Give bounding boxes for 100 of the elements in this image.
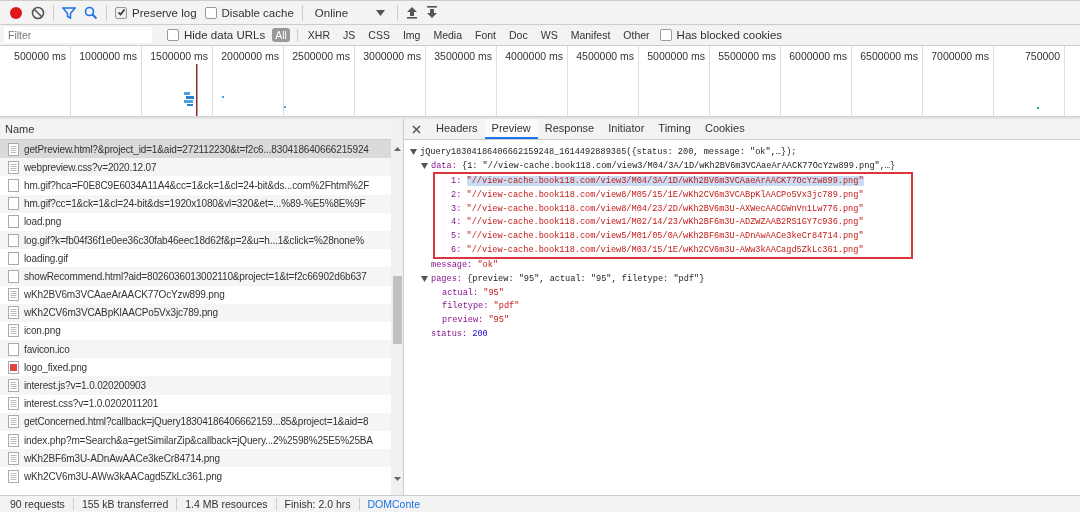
- status-text: 155 kB transferred: [81, 498, 169, 510]
- download-icon[interactable]: [426, 6, 439, 19]
- checkbox[interactable]: [115, 6, 127, 19]
- close-icon[interactable]: [412, 124, 421, 134]
- file-icon: [8, 469, 19, 483]
- tab[interactable]: Initiator: [601, 119, 652, 139]
- status-link[interactable]: DOMConte: [367, 498, 421, 510]
- timeline-tick-label: 3000000 ms: [355, 46, 426, 116]
- type-filter-button[interactable]: Other: [620, 28, 653, 42]
- tab[interactable]: Response: [537, 119, 602, 139]
- file-icon: [8, 269, 19, 283]
- type-filter-button[interactable]: JS: [340, 28, 359, 42]
- timeline-tick-label: 5500000 ms: [710, 46, 781, 116]
- scroll-down-icon[interactable]: [393, 477, 401, 481]
- property-value: "//view-cache.book118.com/view5/M01/05/0A/wKh2BF6m3U-ADnAwAACe3keCr84714.png": [466, 230, 864, 241]
- property-value: "//view-cache.book118.com/view8/M05/15/1E/wKh2CV6m3VCABpKlAACPo5Vx3jc789.png": [466, 189, 864, 200]
- property-key: 6:: [451, 244, 462, 255]
- scrollbar-thumb[interactable]: [392, 276, 402, 344]
- file-icon: [8, 178, 19, 192]
- type-filter-button[interactable]: WS: [537, 28, 561, 42]
- property-value: {preview: "95", actual: "95", filetype: "pdf"}: [467, 274, 705, 285]
- checkbox[interactable]: [659, 29, 672, 41]
- status-text: 1.4 MB resources: [185, 498, 268, 510]
- type-filter-button[interactable]: CSS: [365, 28, 393, 42]
- status-text: 90 requests: [10, 498, 65, 510]
- image-file-icon: [8, 360, 19, 374]
- request-name: getPreview.html?&project_id=1&aid=272112230&t=f2c6...830418640666215924: [24, 143, 369, 155]
- request-name: webpreview.css?v=2020.12.07: [24, 161, 157, 173]
- timeline-tick-label: 500000 ms: [0, 46, 71, 116]
- record-button[interactable]: [9, 5, 23, 20]
- request-row[interactable]: showRecommend.html?aid=8026036013002110&project=1&t=f2c66902d6b637: [0, 267, 391, 286]
- file-icon: [8, 197, 19, 211]
- property-key: data:: [431, 160, 457, 171]
- property-key: 4:: [451, 217, 462, 228]
- file-icon: [8, 342, 19, 356]
- request-name: hm.gif?cc=1&ck=1&cl=24-bit&ds=1920x1080&vl=320&et=...%89-%E5%8E%9F: [24, 198, 366, 210]
- property-value: "//view-cache.book118.com/view8/M03/15/1E/wKh2CV6m3U-AWw3kAACagd5ZkLc361.png": [466, 244, 864, 255]
- timeline-tick-label: 6000000 ms: [781, 46, 852, 116]
- type-filter-button[interactable]: Manifest: [567, 28, 614, 42]
- file-icon: [8, 324, 19, 338]
- type-filter-button[interactable]: Media: [430, 28, 465, 42]
- property-value: "pdf": [493, 301, 520, 312]
- type-filter-button[interactable]: Img: [399, 28, 424, 42]
- filter-field[interactable]: Filter: [4, 27, 152, 43]
- file-icon: [8, 306, 19, 320]
- request-row[interactable]: webpreview.css?v=2020.12.07: [0, 158, 391, 177]
- property-value: "//view-cache.book118.com/view3/M04/3A/1D/wKh2BV6m3VCAaeArAACK77OcYzw899.png": [466, 176, 864, 187]
- request-name: wKh2BV6m3VCAaeArAACK77OcYzw899.png: [24, 289, 225, 301]
- request-row[interactable]: interest.js?v=1.0.020200903: [0, 376, 391, 395]
- request-row[interactable]: wKh2BF6m3U-ADnAwAACe3keCr84714.png: [0, 449, 391, 468]
- checkbox[interactable]: [204, 6, 217, 19]
- file-icon: [8, 142, 19, 156]
- request-name: icon.png: [24, 325, 61, 337]
- checkbox-label: Disable cache: [221, 6, 294, 19]
- upload-icon[interactable]: [406, 6, 419, 19]
- tab[interactable]: Preview: [484, 119, 538, 139]
- property-key: filetype:: [442, 301, 489, 312]
- property-value: "//view-cache.book118.com/view8/M04/23/2D/wKh2BV6m3U-AXWecAACGWnVn1Lw776.png": [466, 203, 864, 214]
- property-value: {1: "//view-cache.book118.com/view3/M04/3A/1D/wKh2BV6m3VCAaeArAACK77OcYzw899.png",…}: [461, 160, 896, 171]
- tab[interactable]: Cookies: [697, 119, 752, 139]
- property-value: "ok": [477, 260, 499, 271]
- timeline-tick-label: 4000000 ms: [497, 46, 568, 116]
- property-key: actual:: [442, 287, 479, 298]
- tab[interactable]: Headers: [429, 119, 485, 139]
- property-key: 5:: [451, 230, 462, 241]
- request-name: wKh2CV6m3VCABpKlAACPo5Vx3jc789.png: [24, 307, 218, 319]
- request-row[interactable]: favicon.ico: [0, 340, 391, 359]
- file-icon: [8, 433, 19, 447]
- request-name: logo_fixed.png: [24, 361, 87, 373]
- expand-arrow-icon[interactable]: [421, 276, 428, 283]
- scrollbar[interactable]: [391, 119, 403, 495]
- tab[interactable]: Timing: [651, 119, 698, 139]
- timeline-tick-label: 2000000 ms: [213, 46, 284, 116]
- throttling-dropdown[interactable]: Online: [310, 4, 390, 21]
- column-header[interactable]: Name: [0, 119, 391, 140]
- type-filter-button[interactable]: XHR: [304, 28, 334, 42]
- type-filter-button[interactable]: Font: [472, 28, 500, 42]
- expand-arrow-icon[interactable]: [410, 148, 417, 155]
- filter-icon[interactable]: [62, 5, 76, 20]
- expand-arrow-icon[interactable]: [421, 162, 428, 169]
- property-value: "//view-cache.book118.com/view1/M02/14/23/wKh2BF6m3U-ADZWZAAB2RS1GY7c936.png": [466, 217, 864, 228]
- file-icon: [8, 160, 19, 174]
- clear-icon[interactable]: [31, 5, 45, 20]
- property-value: 200: [472, 328, 488, 339]
- request-name: wKh2BF6m3U-ADnAwAACe3keCr84714.png: [24, 452, 220, 464]
- file-icon: [8, 251, 19, 265]
- request-name: hm.gif?hca=F0E8C9E6034A11A4&cc=1&ck=1&cl=24-bit&ds...com%2Fhtml%2F: [24, 179, 370, 191]
- type-filter-button[interactable]: Doc: [506, 28, 531, 42]
- timeline-tick-label: 2500000 ms: [284, 46, 355, 116]
- property-value: jQuery18304186406662159248_1614492889385({status: 200, message: "ok",…});: [420, 146, 797, 157]
- file-icon: [8, 379, 19, 393]
- checkbox-label: Preserve log: [132, 6, 197, 19]
- checkbox[interactable]: [167, 29, 179, 41]
- scroll-up-icon[interactable]: [393, 147, 401, 151]
- file-icon: [8, 451, 19, 465]
- request-name: interest.js?v=1.0.020200903: [24, 380, 146, 392]
- status-text: Finish: 2.0 hrs: [284, 498, 351, 510]
- request-row[interactable]: getPreview.html?&project_id=1&aid=272112230&t=f2c6...830418640666215924: [0, 140, 391, 159]
- search-icon[interactable]: [84, 5, 98, 20]
- request-name: showRecommend.html?aid=8026036013002110&project=1&t=f2c66902d6b637: [24, 270, 367, 282]
